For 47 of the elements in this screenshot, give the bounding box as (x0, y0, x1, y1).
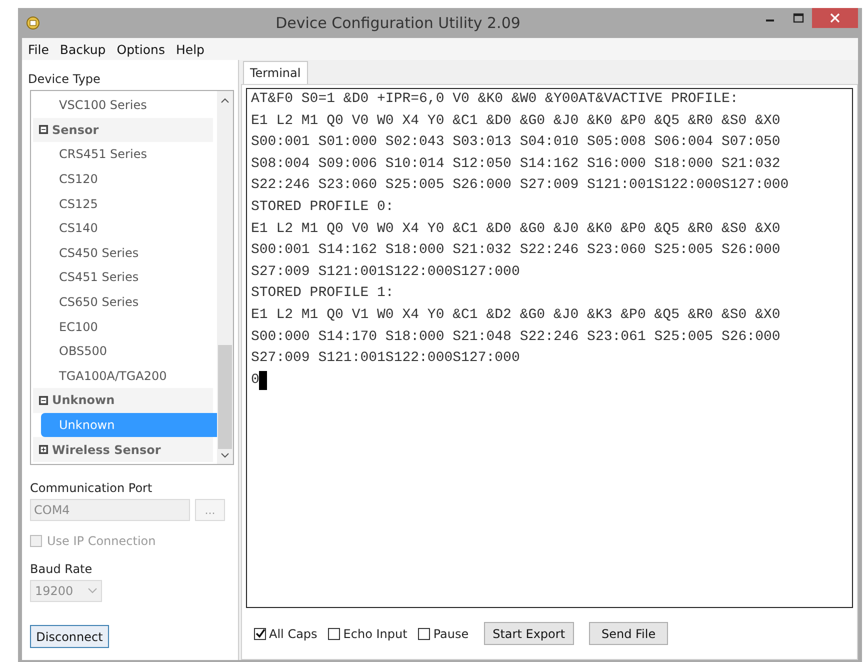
terminal-line: S00:001 S14:162 S18:000 S21:032 S22:246 S23:060 S25:005 S26:000 (251, 241, 780, 260)
terminal-line: S22:246 S23:060 S25:005 S26:000 S27:009 S121:001S122:000S127:000 (251, 176, 789, 196)
terminal-line: S08:004 S09:006 S10:014 S12:050 S14:162 S16:000 S18:000 S21:032 (251, 154, 780, 174)
scroll-thumb[interactable] (218, 345, 232, 449)
menu-item[interactable]: Help (170, 42, 210, 56)
tab[interactable]: Terminal (243, 61, 308, 84)
checkbox-label: Use IP Connection (47, 534, 156, 548)
scroll-down-icon[interactable] (221, 452, 229, 458)
terminal-line: S27:009 S121:001S122:000S127:000 (251, 262, 520, 282)
terminal-line: AT&F0 S0=1 &D0 +IPR=6,0 V0 &K0 &W0 &Y00AT&VACTIVE PROFILE: (251, 90, 738, 109)
checkbox[interactable] (254, 628, 266, 640)
menu-item[interactable]: Options (110, 42, 170, 56)
terminal-line: E1 L2 M1 Q0 V0 W0 X4 Y0 &C1 &D0 &G0 &J0 &K0 &P0 &Q5 &R0 &S0 &X0 (251, 220, 780, 239)
tree-group-label[interactable]: Sensor (52, 122, 99, 137)
app-icon (26, 16, 40, 30)
menu-item[interactable]: File (22, 42, 54, 56)
terminal-line: E1 L2 M1 Q0 V0 W0 X4 Y0 &C1 &D0 &G0 &J0 &K0 &P0 &Q5 &R0 &S0 &X0 (251, 112, 780, 131)
baud-label: Baud Rate (30, 562, 94, 578)
scroll-up-icon[interactable] (221, 98, 229, 102)
terminal-line: S27:009 S121:001S122:000S127:000 (251, 349, 520, 368)
terminal-line: S00:000 S14:170 S18:000 S21:048 S22:246 S23:061 S25:005 S26:000 (251, 328, 780, 347)
close-icon (830, 13, 840, 23)
action-button[interactable]: Start Export (484, 622, 574, 645)
chevron-icon (88, 588, 97, 594)
terminal-line: STORED PROFILE 1: (251, 284, 394, 304)
text-cursor (259, 371, 268, 390)
terminal-line: 0 (251, 370, 260, 390)
window-title: Device Configuration Utility 2.09 (274, 14, 522, 32)
port-label: Communication Port (30, 481, 154, 497)
collapse-icon[interactable] (39, 396, 48, 405)
action-button[interactable]: Send File (589, 622, 668, 645)
terminal-output[interactable] (246, 88, 853, 608)
expand-icon[interactable] (39, 445, 48, 454)
disconnect-button[interactable]: Disconnect (30, 625, 109, 648)
checkbox-label: All Caps (269, 626, 318, 640)
device-type-label: Device Type (27, 71, 102, 88)
scrollbar[interactable] (217, 91, 233, 464)
checkbox-label: Echo Input (343, 626, 408, 640)
checkbox-label: Pause (433, 626, 469, 640)
close-button[interactable] (812, 8, 858, 28)
checkbox[interactable] (328, 628, 340, 640)
collapse-icon[interactable] (39, 125, 48, 134)
menu-item[interactable]: Backup (54, 42, 111, 56)
checkbox[interactable] (418, 628, 430, 640)
terminal-line: E1 L2 M1 Q0 V1 W0 X4 Y0 &C1 &D2 &G0 &J0 &K3 &P0 &Q5 &R0 &S0 &X0 (251, 306, 780, 325)
terminal-line: S00:001 S01:000 S02:043 S03:013 S04:010 S05:008 S06:004 S07:050 (251, 133, 780, 152)
terminal-line: STORED PROFILE 0: (251, 198, 394, 217)
